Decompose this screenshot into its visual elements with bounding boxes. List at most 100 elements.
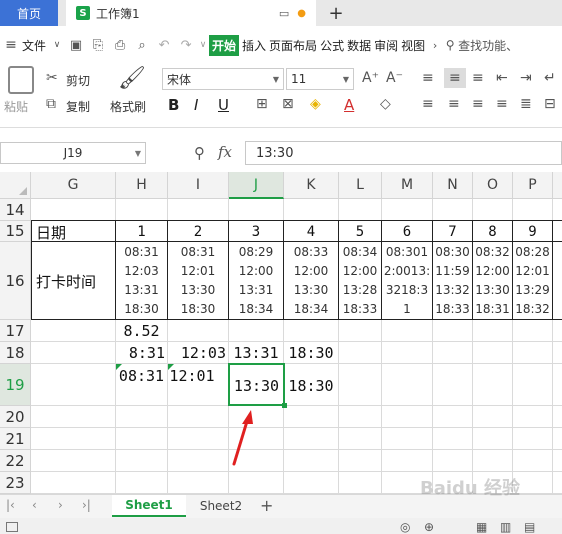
- zoom-icon[interactable]: ⚲: [194, 144, 205, 162]
- cell-o16[interactable]: 08:32 12:00 13:30 18:31: [473, 243, 512, 319]
- row-header-14[interactable]: 14: [0, 199, 31, 221]
- menu-insert[interactable]: 插入: [242, 37, 266, 54]
- export-icon[interactable]: ⎘: [87, 38, 109, 53]
- borders-icon[interactable]: ⊞: [256, 96, 268, 112]
- row-header-22[interactable]: 22: [0, 450, 31, 472]
- justify-icon[interactable]: ≡: [496, 96, 508, 112]
- indent-decrease-icon[interactable]: ⇤: [496, 70, 508, 86]
- cell-l15[interactable]: 5: [339, 222, 381, 241]
- format-painter-icon[interactable]: 🖌: [118, 66, 146, 91]
- prev-sheet-icon[interactable]: ‹: [32, 498, 37, 512]
- row-header-17[interactable]: 17: [0, 320, 31, 342]
- normal-view-icon[interactable]: ▦: [476, 520, 487, 534]
- sheet-tab-sheet1[interactable]: Sheet1: [112, 495, 186, 517]
- merge-center-icon[interactable]: ⊟: [544, 96, 556, 112]
- cell-o15[interactable]: 8: [473, 222, 512, 241]
- more-chevron-icon[interactable]: ∨: [197, 40, 209, 50]
- cell-h15[interactable]: 1: [116, 222, 167, 241]
- font-color-icon[interactable]: A: [344, 96, 354, 114]
- last-sheet-icon[interactable]: ›|: [82, 498, 91, 512]
- italic-icon[interactable]: I: [194, 96, 198, 114]
- cell-h19[interactable]: 08:31: [116, 366, 167, 386]
- cell-n16[interactable]: 08:30 11:59 13:32 18:33: [433, 243, 472, 319]
- undo-icon[interactable]: ↶: [153, 38, 175, 53]
- new-tab-icon[interactable]: +: [326, 0, 346, 26]
- cell-n15[interactable]: 7: [433, 222, 472, 241]
- cell-i15[interactable]: 2: [168, 222, 228, 241]
- fill-handle[interactable]: [282, 403, 287, 408]
- scissors-icon[interactable]: ✂: [46, 70, 58, 86]
- row-header-23[interactable]: 23: [0, 472, 31, 494]
- col-header-g[interactable]: G: [31, 172, 116, 199]
- cell-k15[interactable]: 4: [284, 222, 338, 241]
- cell-g15[interactable]: 日期: [36, 222, 66, 242]
- cell-h17[interactable]: 8.52: [116, 321, 167, 341]
- cell-h16[interactable]: 08:31 12:03 13:31 18:30: [116, 243, 167, 319]
- cell-j16[interactable]: 08:29 12:00 13:31 18:34: [229, 243, 283, 319]
- menu-home[interactable]: 开始: [209, 34, 240, 56]
- indent-increase-icon[interactable]: ⇥: [520, 70, 532, 86]
- cell-j18[interactable]: 13:31: [229, 343, 283, 363]
- save-icon[interactable]: ▣: [65, 38, 87, 53]
- chart-icon[interactable]: ⊕: [424, 520, 434, 534]
- row-header-21[interactable]: 21: [0, 428, 31, 450]
- clear-format-icon[interactable]: ◇: [380, 96, 391, 112]
- menu-view[interactable]: 视图: [401, 37, 425, 54]
- search-icon[interactable]: ⚲: [442, 38, 458, 52]
- col-header-q[interactable]: [553, 172, 562, 199]
- formula-input[interactable]: 13:30: [245, 141, 562, 165]
- paste-button[interactable]: 粘贴: [4, 98, 28, 115]
- cell-h18[interactable]: 8:31: [116, 343, 167, 363]
- sheet-tab-sheet2[interactable]: Sheet2: [188, 495, 254, 517]
- eye-protect-icon[interactable]: ◎: [400, 520, 410, 534]
- cell-j15[interactable]: 3: [229, 222, 283, 241]
- font-size-select[interactable]: 11 ▼: [286, 68, 354, 90]
- cut-button[interactable]: 剪切: [66, 72, 90, 89]
- hamburger-icon[interactable]: ≡: [0, 37, 22, 53]
- paste-icon[interactable]: [8, 66, 34, 94]
- cell-k18[interactable]: 18:30: [284, 343, 338, 363]
- copy-icon[interactable]: ⧉: [46, 96, 56, 112]
- tab-workbook[interactable]: S 工作簿1 ▭ ●: [66, 0, 316, 26]
- cell-i18[interactable]: 12:03: [168, 343, 228, 363]
- fill-color-icon[interactable]: ◈: [310, 96, 321, 112]
- cell-k16[interactable]: 08:33 12:00 13:30 18:34: [284, 243, 338, 319]
- format-painter-button[interactable]: 格式刷: [110, 98, 146, 115]
- increase-font-icon[interactable]: A⁺: [362, 70, 379, 86]
- page-layout-view-icon[interactable]: ▥: [500, 520, 511, 534]
- col-header-m[interactable]: M: [382, 172, 433, 199]
- cell-g16[interactable]: 打卡时间: [36, 242, 96, 320]
- menu-page-layout[interactable]: 页面布局: [269, 37, 317, 54]
- add-sheet-icon[interactable]: +: [260, 496, 273, 515]
- cell-m16[interactable]: 08:301 2:0013: 3218:3 1: [382, 243, 432, 319]
- menu-formulas[interactable]: 公式: [320, 37, 344, 54]
- row-header-18[interactable]: 18: [0, 342, 31, 364]
- scroll-right-icon[interactable]: ›: [428, 39, 442, 52]
- font-name-select[interactable]: 宋体 ▼: [162, 68, 284, 90]
- cell-l16[interactable]: 08:34 12:00 13:28 18:33: [339, 243, 381, 319]
- monitor-icon[interactable]: ▭: [279, 7, 289, 20]
- row-header-19[interactable]: 19: [0, 364, 31, 406]
- cell-p15[interactable]: 9: [513, 222, 552, 241]
- cell-j19[interactable]: 13:30: [230, 374, 283, 398]
- next-sheet-icon[interactable]: ›: [58, 498, 63, 512]
- fx-icon[interactable]: fx: [218, 143, 232, 161]
- merge-icon[interactable]: ⊠: [282, 96, 294, 112]
- chevron-down-icon[interactable]: ∨: [49, 40, 65, 50]
- search-functions[interactable]: 查找功能、: [458, 37, 518, 54]
- tab-home[interactable]: 首页: [0, 0, 58, 26]
- wrap-text-icon[interactable]: ↵: [544, 70, 556, 86]
- first-sheet-icon[interactable]: |‹: [6, 498, 15, 512]
- col-header-k[interactable]: K: [284, 172, 339, 199]
- col-header-o[interactable]: O: [473, 172, 513, 199]
- redo-icon[interactable]: ↷: [175, 38, 197, 53]
- underline-icon[interactable]: U: [218, 96, 229, 114]
- cell-k19[interactable]: 18:30: [284, 374, 338, 398]
- menu-data[interactable]: 数据: [347, 37, 371, 54]
- row-header-20[interactable]: 20: [0, 406, 31, 428]
- col-header-h[interactable]: H: [116, 172, 168, 199]
- print-icon[interactable]: ⎙: [109, 38, 131, 53]
- col-header-i[interactable]: I: [168, 172, 229, 199]
- align-left-icon[interactable]: ≡: [422, 96, 434, 112]
- col-header-j[interactable]: J: [229, 172, 284, 199]
